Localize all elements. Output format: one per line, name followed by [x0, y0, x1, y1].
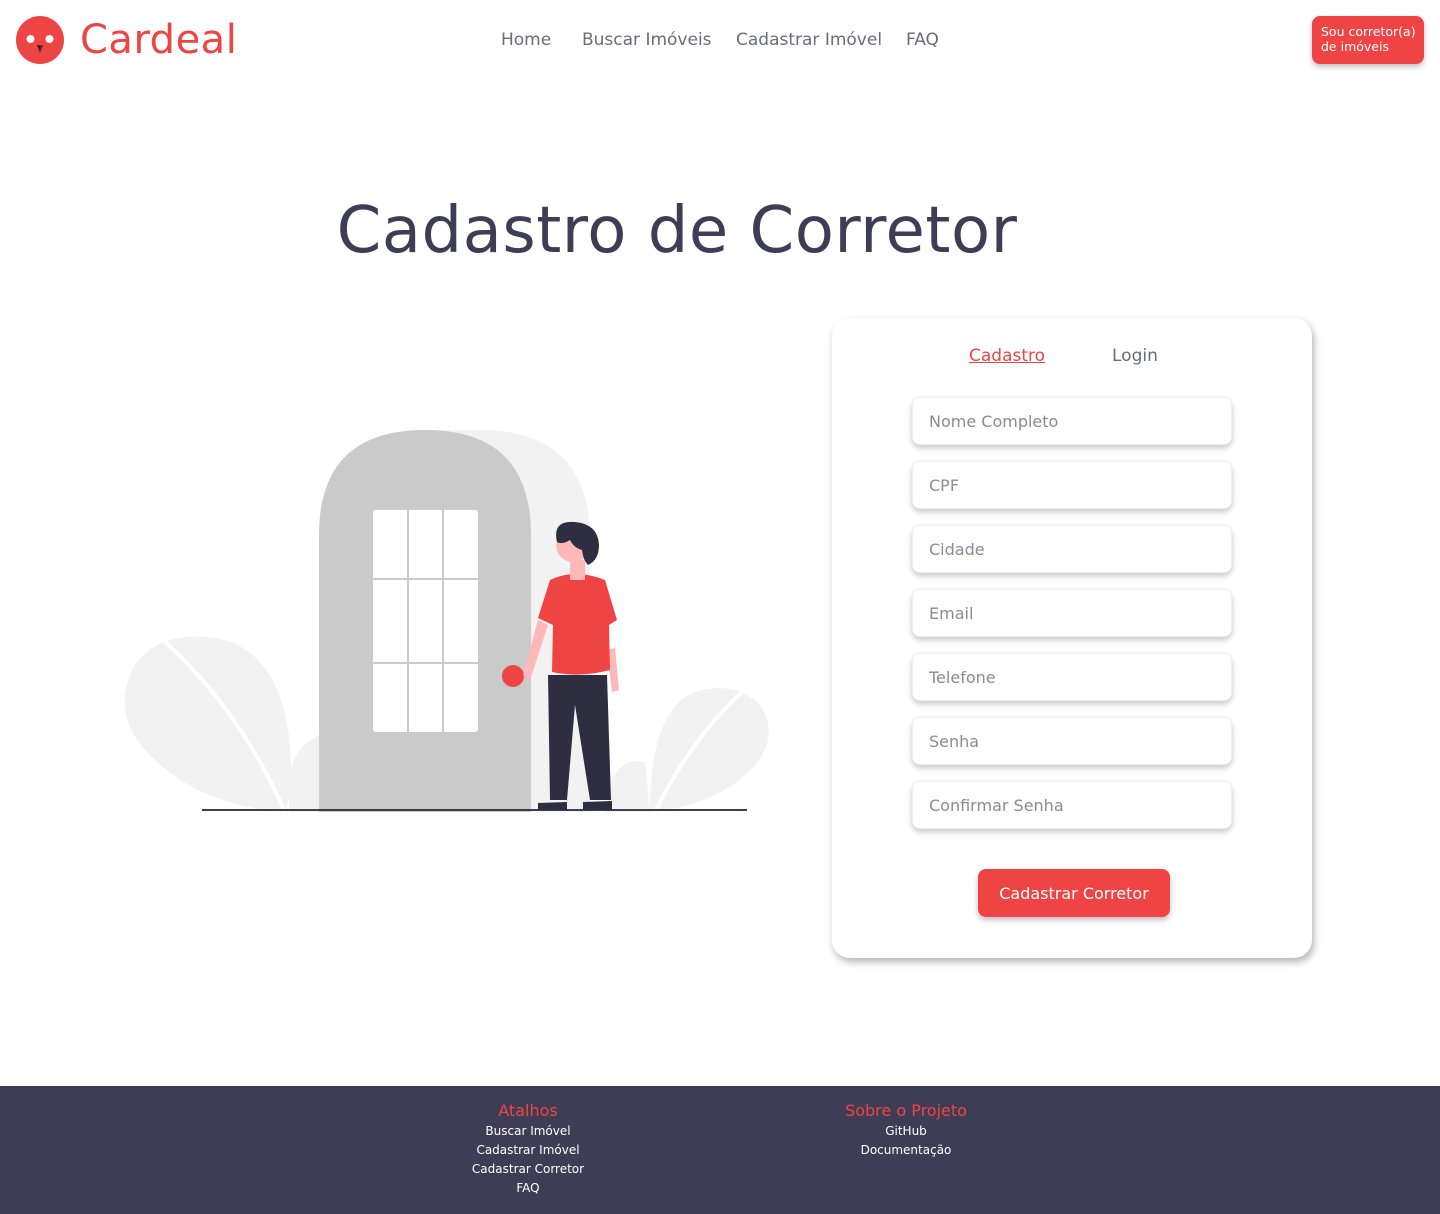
- footer-about-title: Sobre o Projeto: [845, 1101, 967, 1120]
- footer-link-faq[interactable]: FAQ: [428, 1179, 628, 1198]
- footer-link-cadastrar-imovel[interactable]: Cadastrar Imóvel: [428, 1141, 628, 1160]
- broker-button[interactable]: Sou corretor(a) de imóveis: [1312, 16, 1424, 64]
- footer-link-cadastrar-corretor[interactable]: Cadastrar Corretor: [428, 1160, 628, 1179]
- footer-link-documentacao[interactable]: Documentação: [806, 1141, 1006, 1160]
- nav-home[interactable]: Home: [501, 28, 551, 52]
- phone-input[interactable]: [912, 653, 1232, 701]
- nav-faq[interactable]: FAQ: [906, 28, 939, 52]
- door-window: [373, 510, 478, 732]
- main-nav: Home Buscar Imóveis Cadastrar Imóvel FAQ: [0, 28, 1440, 52]
- left-leaf-decoration: [124, 636, 330, 813]
- right-leaf-decoration: [605, 688, 769, 813]
- email-input[interactable]: [912, 589, 1232, 637]
- broker-button-line1: Sou corretor(a): [1321, 24, 1416, 39]
- footer-shortcuts-title: Atalhos: [498, 1101, 558, 1120]
- door-illustration: [124, 430, 769, 813]
- broker-button-line2: de imóveis: [1321, 39, 1389, 54]
- confirm-password-input[interactable]: [912, 781, 1232, 829]
- tab-login[interactable]: Login: [1112, 344, 1158, 368]
- tab-cadastro[interactable]: Cadastro: [969, 344, 1045, 368]
- auth-tabs: Cadastro Login: [832, 344, 1312, 368]
- footer-about: Sobre o Projeto GitHub Documentação: [806, 1100, 1006, 1160]
- nav-cadastrar-imovel[interactable]: Cadastrar Imóvel: [736, 28, 882, 52]
- footer-link-github[interactable]: GitHub: [806, 1122, 1006, 1141]
- broker-signup-card: Cadastro Login Cadastrar Corretor: [832, 318, 1312, 958]
- full-name-input[interactable]: [912, 397, 1232, 445]
- page-title: Cadastro de Corretor: [336, 194, 1018, 268]
- footer-link-buscar-imovel[interactable]: Buscar Imóvel: [428, 1122, 628, 1141]
- city-input[interactable]: [912, 525, 1232, 573]
- submit-broker-button[interactable]: Cadastrar Corretor: [978, 869, 1170, 917]
- password-input[interactable]: [912, 717, 1232, 765]
- site-footer: Atalhos Buscar Imóvel Cadastrar Imóvel C…: [0, 1086, 1440, 1214]
- cpf-input[interactable]: [912, 461, 1232, 509]
- site-header: Cardeal Home Buscar Imóveis Cadastrar Im…: [0, 0, 1440, 80]
- footer-shortcuts: Atalhos Buscar Imóvel Cadastrar Imóvel C…: [428, 1100, 628, 1198]
- nav-buscar-imoveis[interactable]: Buscar Imóveis: [582, 28, 712, 52]
